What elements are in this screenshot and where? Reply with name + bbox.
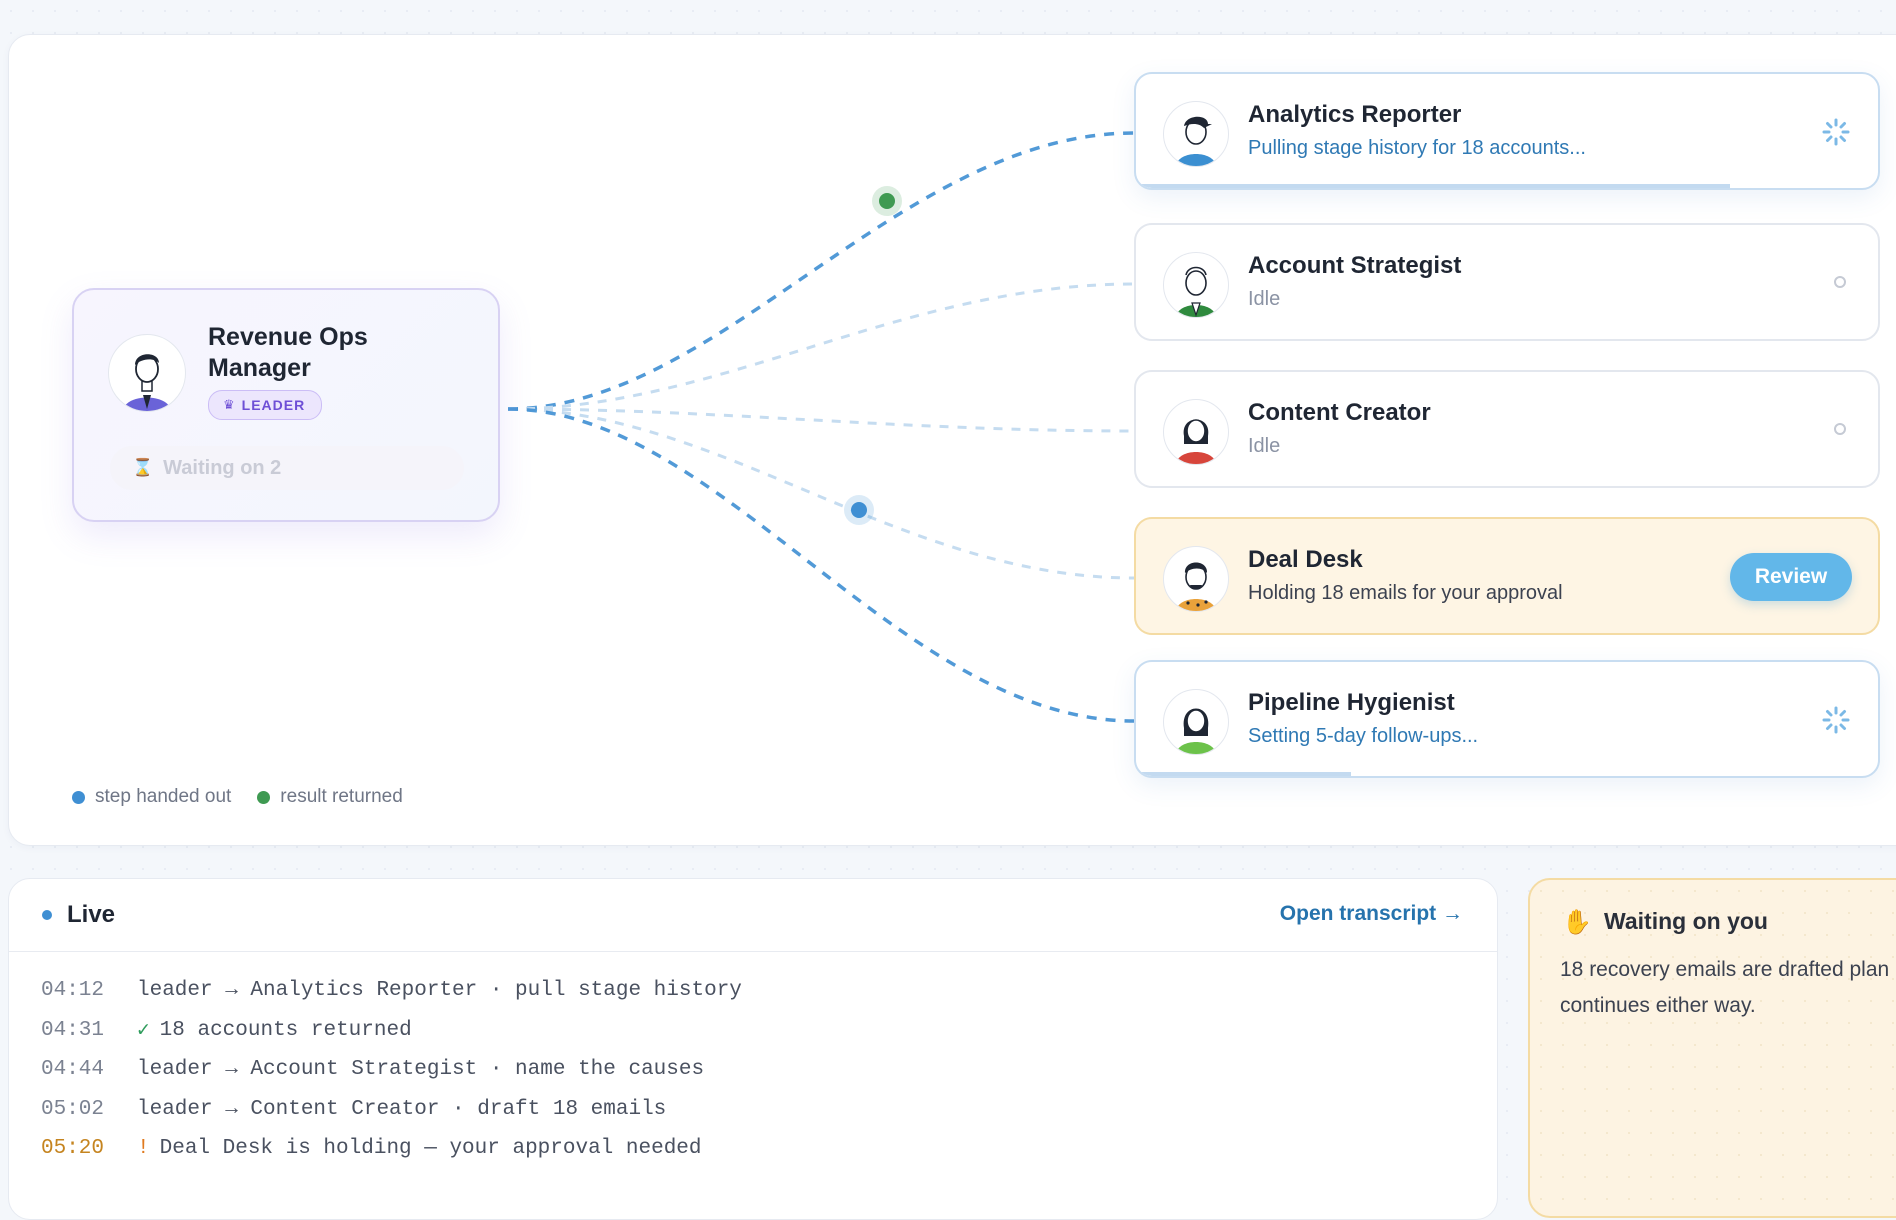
log-row-warning: 05:20 ! Deal Desk is holding — your appr…: [41, 1129, 742, 1169]
agent-name: Content Creator: [1248, 399, 1431, 426]
log-time: 05:20: [41, 1137, 105, 1161]
agent-progress-bar: [1136, 772, 1352, 776]
agent-status: Setting 5-day follow-ups...: [1248, 725, 1479, 747]
waiting-status-label: Waiting on 2: [163, 456, 282, 479]
leader-avatar: [108, 334, 186, 412]
log-time: 04:44: [41, 1058, 105, 1082]
agent-name: Pipeline Hygienist: [1248, 689, 1455, 716]
agent-card-deal-desk[interactable]: Deal Desk Holding 18 emails for your app…: [1134, 517, 1880, 635]
live-header: Live Open transcript →: [9, 879, 1497, 952]
idle-status-icon: [1834, 423, 1846, 435]
account-strategist-avatar: [1163, 252, 1229, 318]
agent-card-pipeline-hygienist[interactable]: Pipeline Hygienist Setting 5-day follow-…: [1134, 660, 1880, 778]
warning-icon: !: [137, 1137, 150, 1161]
waiting-status-pill: ⌛ Waiting on 2: [110, 446, 464, 490]
review-button[interactable]: Review: [1730, 553, 1852, 601]
live-indicator-icon: [42, 910, 52, 920]
agent-status: Idle: [1248, 288, 1281, 310]
waiting-on-you-panel[interactable]: ✋ Waiting on you 18 recovery emails are …: [1528, 878, 1896, 1218]
legend-label: result returned: [280, 786, 403, 807]
log-row: 04:44 leader → Account Strategist · name…: [41, 1050, 742, 1090]
legend-result-returned: result returned: [257, 786, 403, 808]
log-time: 04:12: [41, 979, 105, 1003]
hourglass-icon: ⌛: [132, 458, 154, 477]
legend-label: step handed out: [95, 786, 232, 807]
log-time: 05:02: [41, 1097, 105, 1121]
leader-badge: ♛ LEADER: [208, 390, 323, 420]
idle-status-icon: [1834, 276, 1846, 288]
spinner-icon: [1822, 706, 1850, 734]
agent-status: Idle: [1248, 435, 1281, 457]
leader-name: Revenue Ops Manager: [208, 323, 368, 382]
log-row: 04:31 ✓ 18 accounts returned: [41, 1011, 742, 1051]
log-text: Deal Desk is holding — your approval nee…: [159, 1137, 702, 1161]
open-transcript-link[interactable]: Open transcript →: [1280, 902, 1463, 926]
agent-progress-bar: [1136, 184, 1730, 188]
link-legend: step handed out result returned: [72, 786, 403, 808]
agent-status: Holding 18 emails for your approval: [1248, 582, 1563, 604]
waiting-panel-text: 18 recovery emails are drafted plan cont…: [1560, 958, 1890, 1017]
live-log-panel: Live Open transcript → 04:12 leader → An…: [8, 878, 1498, 1220]
agent-card-content-creator[interactable]: Content Creator Idle: [1134, 370, 1880, 488]
log-text: leader → Content Creator · draft 18 emai…: [137, 1097, 667, 1121]
log-text: leader → Account Strategist · name the c…: [137, 1058, 705, 1082]
leader-badge-label: LEADER: [241, 397, 306, 413]
leader-card[interactable]: Revenue Ops Manager ♛ LEADER ⌛ Waiting o…: [72, 288, 500, 522]
crown-icon: ♛: [223, 397, 236, 412]
activity-log: 04:12 leader → Analytics Reporter · pull…: [41, 971, 742, 1169]
agent-status: Pulling stage history for 18 accounts...: [1248, 137, 1586, 159]
legend-step-handed-out: step handed out: [72, 786, 231, 808]
blue-dot-icon: [72, 790, 85, 804]
deal-desk-avatar: [1163, 546, 1229, 612]
content-creator-avatar: [1163, 399, 1229, 465]
log-text: leader → Analytics Reporter · pull stage…: [137, 979, 742, 1003]
agent-card-account-strategist[interactable]: Account Strategist Idle: [1134, 223, 1880, 341]
check-icon: ✓: [137, 1020, 150, 1044]
raised-hand-icon: ✋: [1562, 909, 1592, 936]
log-row: 05:02 leader → Content Creator · draft 1…: [41, 1090, 742, 1130]
agent-name: Analytics Reporter: [1248, 101, 1462, 128]
waiting-panel-title: Waiting on you: [1604, 908, 1768, 934]
log-row: 04:12 leader → Analytics Reporter · pull…: [41, 971, 742, 1011]
pipeline-hygienist-avatar: [1163, 689, 1229, 755]
log-time: 04:31: [41, 1018, 105, 1042]
agent-card-analytics-reporter[interactable]: Analytics Reporter Pulling stage history…: [1134, 72, 1880, 190]
live-title: Live: [67, 901, 116, 928]
agent-name: Account Strategist: [1248, 252, 1462, 279]
green-dot-icon: [257, 790, 271, 804]
analytics-reporter-avatar: [1163, 101, 1229, 167]
agent-name: Deal Desk: [1248, 546, 1363, 573]
spinner-icon: [1822, 118, 1850, 146]
log-text: 18 accounts returned: [159, 1018, 412, 1042]
